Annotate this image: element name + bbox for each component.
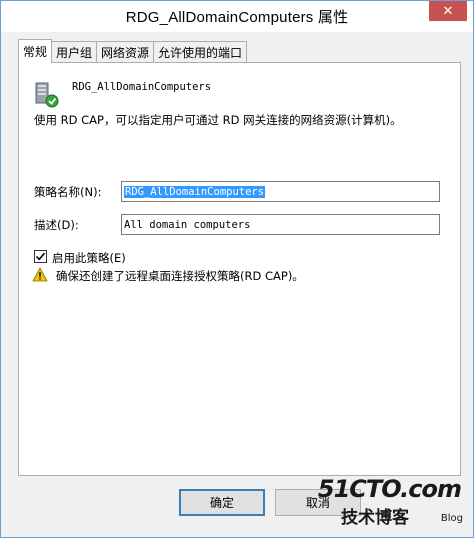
window-title: RDG_AllDomainComputers 属性 (125, 9, 349, 26)
ok-button-label: 确定 (209, 496, 234, 510)
policy-name-label: 策略名称(N): (34, 185, 102, 199)
policy-name-input[interactable]: RDG_AllDomainComputers (121, 181, 440, 202)
ok-button[interactable]: 确定 (179, 489, 265, 516)
description-label: 描述(D): (34, 218, 79, 232)
tab-label: 用户组 (56, 46, 93, 60)
warning-text: 确保还创建了远程桌面连接授权策略(RD CAP)。 (56, 269, 304, 283)
server-policy-icon (35, 82, 59, 108)
properties-window: RDG_AllDomainComputers 属性 ✕ 常规 用户组 网络资源 … (0, 0, 474, 538)
enable-policy-label[interactable]: 启用此策略(E) (52, 250, 126, 266)
tab-user-groups[interactable]: 用户组 (51, 41, 98, 63)
close-button[interactable]: ✕ (429, 1, 467, 21)
tab-label: 允许使用的端口 (158, 46, 243, 60)
site-watermark: 51CTO.com 技术博客 Blog (318, 473, 469, 531)
tab-general[interactable]: 常规 (18, 39, 53, 63)
close-icon: ✕ (442, 3, 454, 19)
tab-allowed-ports[interactable]: 允许使用的端口 (153, 41, 248, 63)
warning-icon (32, 267, 48, 282)
watermark-line3: Blog (440, 513, 463, 524)
checkmark-icon (35, 252, 46, 261)
tab-strip: 常规 用户组 网络资源 允许使用的端口 (18, 39, 248, 63)
policy-name-value: RDG_AllDomainComputers (124, 185, 266, 198)
tab-label: 常规 (23, 45, 48, 59)
watermark-site: 51CTO.com (317, 475, 462, 503)
description-input[interactable]: All domain computers (121, 214, 440, 235)
tab-label: 网络资源 (101, 46, 150, 60)
watermark-line2: 技术博客 (341, 508, 409, 528)
general-tab-panel: RDG_AllDomainComputers 使用 RD CAP，可以指定用户可… (18, 62, 461, 476)
enable-policy-checkbox[interactable] (34, 250, 47, 263)
policy-description-text: 使用 RD CAP，可以指定用户可通过 RD 网关连接的网络资源(计算机)。 (34, 113, 402, 127)
policy-heading: RDG_AllDomainComputers (72, 81, 212, 93)
description-value: All domain computers (124, 218, 251, 231)
tab-network-resources[interactable]: 网络资源 (96, 41, 155, 63)
title-bar[interactable]: RDG_AllDomainComputers 属性 ✕ (1, 1, 473, 32)
